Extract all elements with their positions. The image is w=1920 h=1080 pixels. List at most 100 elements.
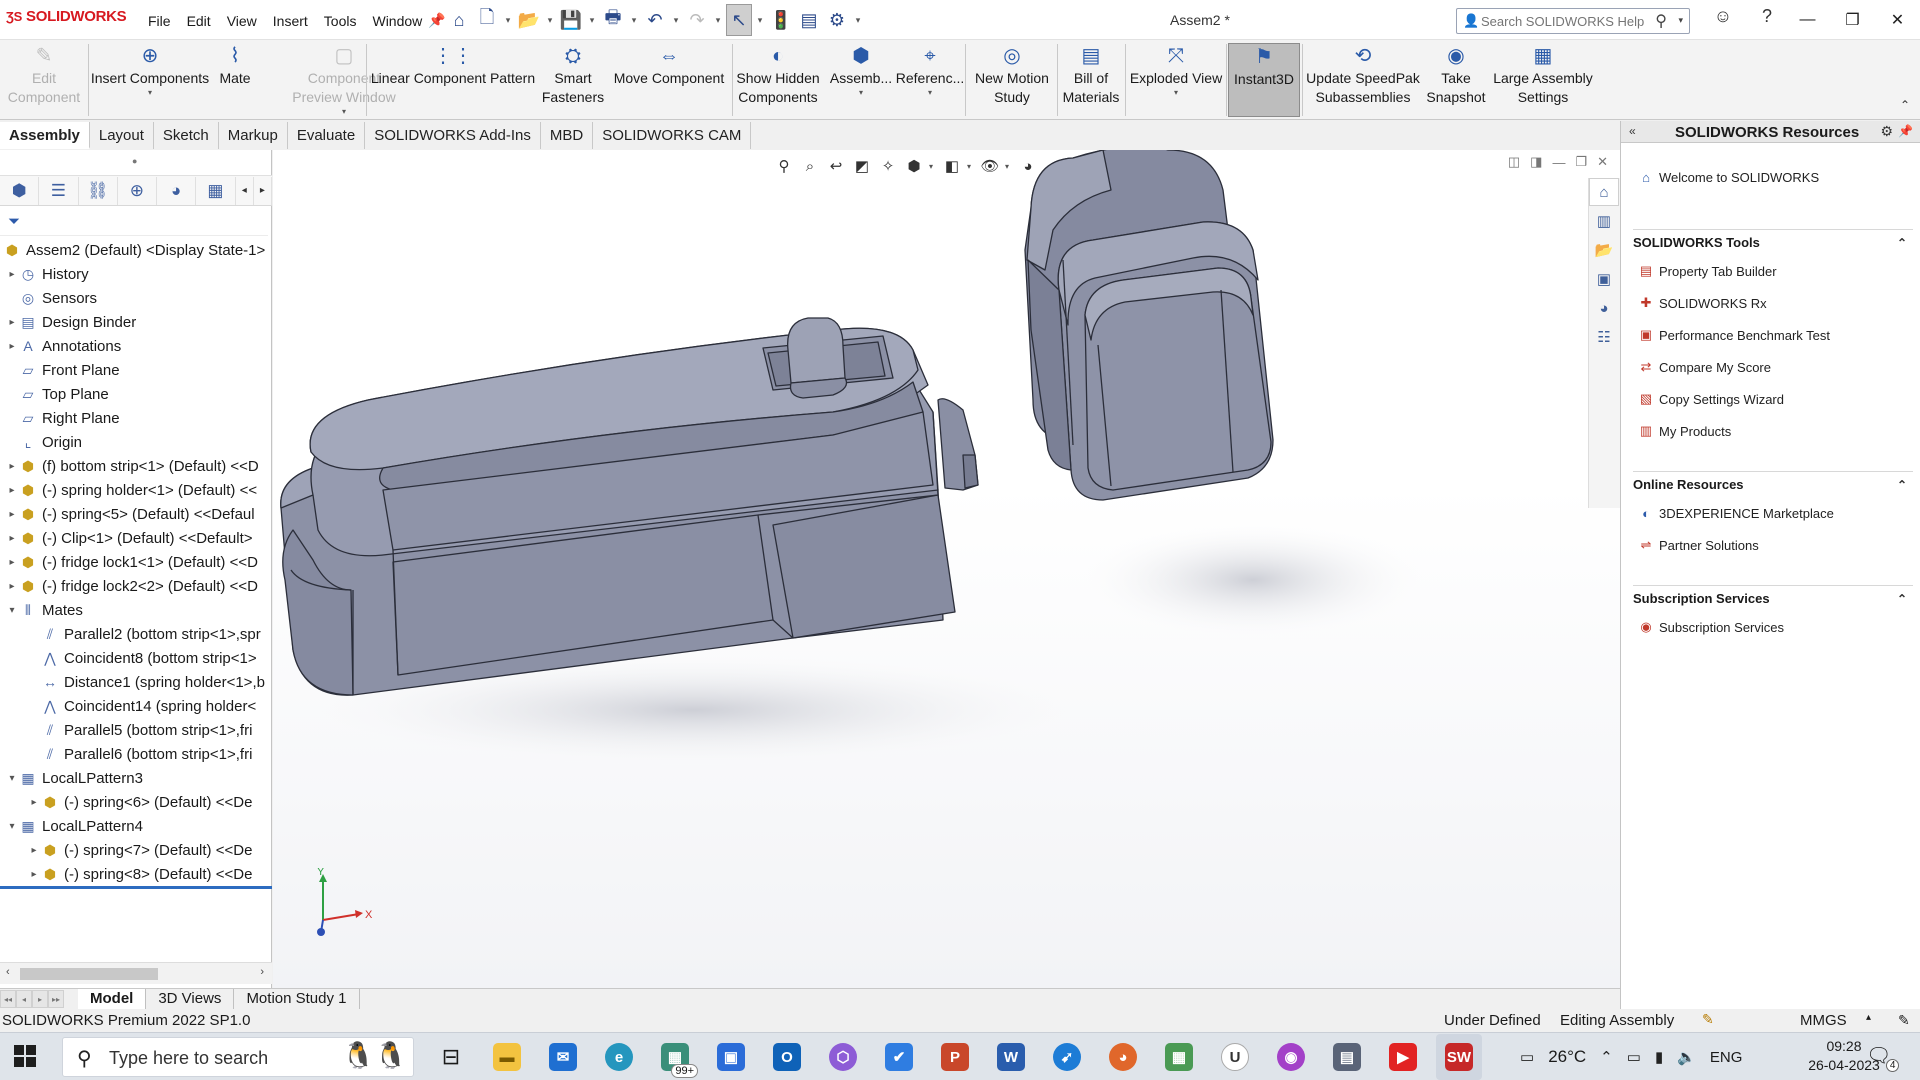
rebuild-status-icon[interactable]: ✎ xyxy=(1702,1011,1714,1028)
expand-arrow-icon[interactable]: ▸ xyxy=(6,461,18,472)
view-palette-icon[interactable]: ▣ xyxy=(1589,265,1619,293)
weather-icon[interactable]: ▭ xyxy=(1520,1048,1534,1066)
notification-center-icon[interactable]: 🗨 4 xyxy=(1866,1043,1900,1072)
calculator-app-icon[interactable]: ▤ xyxy=(1324,1034,1370,1080)
tree-item[interactable]: ▸ ⬢ (-) spring<7> (Default) <<De xyxy=(0,838,272,862)
resource-link[interactable]: ◉ Subscription Services xyxy=(1637,615,1784,639)
file-properties-icon[interactable]: ▤ xyxy=(796,4,822,36)
cmd-move-component-button[interactable]: ⇔ Move Component xyxy=(607,43,731,117)
messenger-app-icon[interactable]: ◉ xyxy=(1268,1034,1314,1080)
collapse-arrow-icon[interactable]: ▾ xyxy=(6,821,18,832)
expand-arrow-icon[interactable]: ▸ xyxy=(6,269,18,280)
menu-insert[interactable]: Insert xyxy=(265,0,316,40)
help-search-box[interactable]: 👤 ⚲ ▾ xyxy=(1456,8,1690,34)
tabs-scroll-right-icon[interactable]: ▸ xyxy=(254,176,273,205)
tab-solidworks-cam[interactable]: SOLIDWORKS CAM xyxy=(593,122,752,149)
fridge-lock-cap[interactable] xyxy=(1024,150,1274,501)
expand-arrow-icon[interactable]: ▸ xyxy=(28,797,40,808)
resource-link[interactable]: ▥ My Products xyxy=(1637,419,1731,443)
section-collapse-icon[interactable]: ⌃ xyxy=(1897,236,1907,250)
restore-icon[interactable]: ❐ xyxy=(1830,0,1875,40)
tab-layout[interactable]: Layout xyxy=(90,122,154,149)
splitter-grip-icon[interactable]: ● xyxy=(132,156,137,166)
solidworks-app-icon[interactable]: SW xyxy=(1436,1034,1482,1080)
microsoft-store-app-icon[interactable]: ▣ xyxy=(708,1034,754,1080)
open-folder-icon[interactable]: 📂 xyxy=(516,4,542,36)
display-manager-tab-icon[interactable]: ◕ xyxy=(157,176,197,205)
search-dropdown-icon[interactable]: ▾ xyxy=(1678,15,1683,26)
section-collapse-icon[interactable]: ⌃ xyxy=(1897,478,1907,492)
tree-item[interactable]: ▸ ⬢ (-) fridge lock1<1> (Default) <<D xyxy=(0,550,272,574)
tree-item[interactable]: ⋀ Coincident8 (bottom strip<1> xyxy=(0,646,272,670)
tree-item[interactable]: ▸ ⬢ (-) spring<5> (Default) <<Defaul xyxy=(0,502,272,526)
print-icon[interactable]: 🖶 xyxy=(600,4,626,36)
menu-file[interactable]: File xyxy=(140,0,179,40)
status-comment-icon[interactable]: ✎ xyxy=(1898,1012,1910,1029)
menu-tools[interactable]: Tools xyxy=(316,0,365,40)
tab-prev-icon[interactable]: ◂ xyxy=(16,990,32,1008)
cmd-insert-components-button[interactable]: ⊕ Insert Components ▾ xyxy=(88,43,212,117)
tree-horizontal-scrollbar[interactable]: ‹ › xyxy=(0,962,272,984)
bottom-tab-3d-views[interactable]: 3D Views xyxy=(146,989,235,1009)
pane-pin-icon[interactable]: 📌 xyxy=(1898,124,1913,138)
expand-arrow-icon[interactable]: ▸ xyxy=(6,485,18,496)
expand-arrow-icon[interactable]: ▸ xyxy=(6,317,18,328)
word-app-icon[interactable]: W xyxy=(988,1034,1034,1080)
cmd-show-hidden-button[interactable]: ◐ Show Hidden Components xyxy=(733,43,823,117)
cmd-motion-study-button[interactable]: ◎ New Motion Study xyxy=(967,43,1057,117)
cmd-exploded-view-button[interactable]: ⤧ Exploded View ▾ xyxy=(1128,43,1224,117)
tree-item[interactable]: ⌞ Origin xyxy=(0,430,272,454)
units-up-arrow-icon[interactable]: ▴ xyxy=(1866,1012,1871,1023)
cmd-snapshot-button[interactable]: ◉ Take Snapshot xyxy=(1422,43,1490,117)
cmd-bom-button[interactable]: ▤ Bill of Materials xyxy=(1058,43,1124,117)
new-document-icon[interactable]: 🗋 xyxy=(474,4,500,36)
undo-dropdown-icon[interactable]: ▾ xyxy=(670,15,682,26)
windows-start-icon[interactable] xyxy=(14,1045,36,1067)
save-icon[interactable]: 💾 xyxy=(558,4,584,36)
battery-icon[interactable]: ▮ xyxy=(1655,1048,1663,1066)
expand-arrow-icon[interactable]: ▸ xyxy=(28,845,40,856)
rebuild-icon[interactable]: 🚦 xyxy=(768,4,794,36)
tree-item[interactable]: ▸ ⬢ (-) spring<8> (Default) <<De xyxy=(0,862,272,886)
tree-item[interactable]: ▱ Top Plane xyxy=(0,382,272,406)
cam-tab-icon[interactable]: ▦ xyxy=(196,176,236,205)
tree-item[interactable]: ▾ ▦ LocalLPattern4 xyxy=(0,814,272,838)
tree-item[interactable]: ▸ ⬢ (-) Clip<1> (Default) <<Default> xyxy=(0,526,272,550)
tree-item[interactable]: ▸ ⬢ (-) spring holder<1> (Default) << xyxy=(0,478,272,502)
tree-item[interactable]: ▸ ⬢ (-) fridge lock2<2> (Default) <<D xyxy=(0,574,272,598)
resources-section-header[interactable]: SOLIDWORKS Tools ⌃ xyxy=(1633,229,1913,251)
dimxpert-tab-icon[interactable]: ⊕ xyxy=(118,176,158,205)
minimize-icon[interactable]: — xyxy=(1785,0,1830,40)
tree-item[interactable]: ↔ Distance1 (spring holder<1>,b xyxy=(0,670,272,694)
graphics-area[interactable]: ⚲ ⌕ ↩ ◩ ✧ ⬢ ▾ ◧ ▾ 👁 ▾ ◕ ◓ ▾ 🖵 ▾ ◫ ◨ — ❐ … xyxy=(273,150,1620,988)
outlook-app-icon[interactable]: O xyxy=(764,1034,810,1080)
cmd-assembly-features-button[interactable]: ⬢ Assemb... ▾ xyxy=(829,43,893,117)
design-library-icon[interactable]: ▥ xyxy=(1589,207,1619,235)
select-arrow-icon[interactable]: ↖ xyxy=(726,4,752,36)
collapse-arrow-icon[interactable]: ▾ xyxy=(6,773,18,784)
expand-arrow-icon[interactable]: ▸ xyxy=(6,557,18,568)
expand-arrow-icon[interactable]: ▸ xyxy=(6,341,18,352)
tree-item[interactable]: ▸ ◷ History xyxy=(0,262,272,286)
network-icon[interactable]: ▭ xyxy=(1627,1048,1641,1066)
resource-link[interactable]: ▤ Property Tab Builder xyxy=(1637,259,1777,283)
filter-icon[interactable]: ⏷ xyxy=(8,213,20,230)
tab-markup[interactable]: Markup xyxy=(219,122,288,149)
resource-link[interactable]: ⇄ Compare My Score xyxy=(1637,355,1771,379)
tab-first-icon[interactable]: ◂◂ xyxy=(0,990,16,1008)
resource-link[interactable]: ✚ SOLIDWORKS Rx xyxy=(1637,291,1767,315)
section-collapse-icon[interactable]: ⌃ xyxy=(1897,592,1907,606)
resources-welcome-link[interactable]: ⌂ Welcome to SOLIDWORKS xyxy=(1637,165,1819,189)
cmd-edit-component-button[interactable]: ✎ Edit Component xyxy=(0,43,88,117)
edge-app-icon[interactable]: e xyxy=(596,1034,642,1080)
tree-item[interactable]: ▸ ⬢ (-) spring<6> (Default) <<De xyxy=(0,790,272,814)
cmd-mate-button[interactable]: ⌇ Mate xyxy=(212,43,258,117)
menu-view[interactable]: View xyxy=(219,0,265,40)
bottom-tab-model[interactable]: Model xyxy=(78,989,147,1009)
resource-link[interactable]: ▧ Copy Settings Wizard xyxy=(1637,387,1784,411)
excel-grid-app-icon[interactable]: ▦ xyxy=(1156,1034,1202,1080)
tree-item[interactable]: ⫽ Parallel6 (bottom strip<1>,fri xyxy=(0,742,272,766)
help-search-input[interactable] xyxy=(1481,12,1651,30)
tab-solidworks-add-ins[interactable]: SOLIDWORKS Add-Ins xyxy=(365,122,541,149)
appearances-icon[interactable]: ◕ xyxy=(1589,294,1619,322)
